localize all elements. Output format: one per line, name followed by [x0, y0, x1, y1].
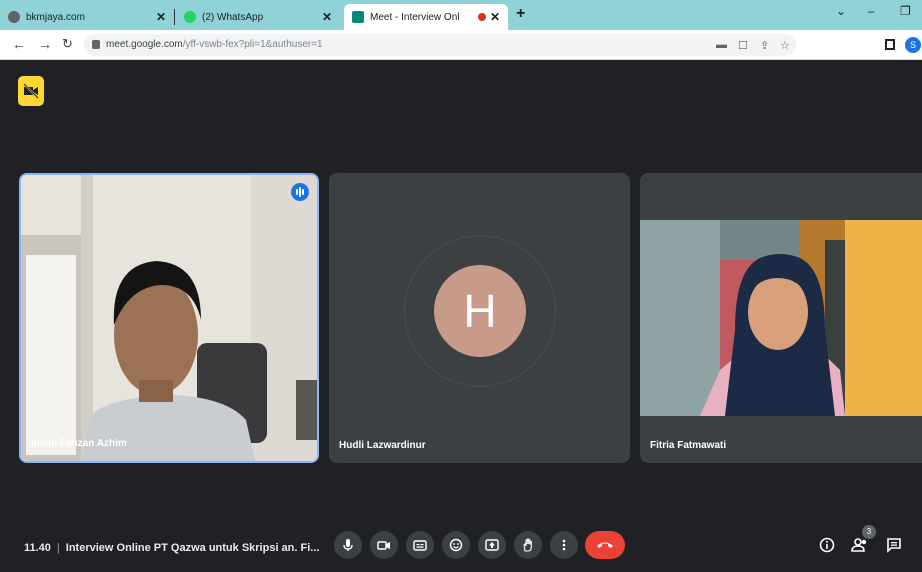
- present-screen-icon: [485, 539, 499, 551]
- minimize-icon[interactable]: –: [868, 4, 875, 18]
- info-icon[interactable]: [819, 537, 835, 553]
- camera-indicator-icon[interactable]: ▬: [716, 39, 727, 51]
- forward-icon[interactable]: →: [38, 36, 52, 52]
- reload-icon[interactable]: ↻: [62, 36, 73, 52]
- meeting-title[interactable]: Interview Online PT Qazwa untuk Skripsi …: [66, 542, 320, 554]
- chat-icon[interactable]: [886, 537, 902, 553]
- meeting-info: 11.40 | Interview Online PT Qazwa untuk Sk…: [24, 542, 319, 554]
- microphone-button[interactable]: [334, 531, 362, 559]
- address-bar-row: ← → ↻ meet.google.com/yff-vswb-fex?pli=1…: [0, 30, 922, 60]
- raise-hand-button[interactable]: [514, 531, 542, 559]
- whatsapp-icon: [184, 11, 196, 23]
- side-panel-icon[interactable]: [885, 39, 895, 50]
- participant-name: Imam Fauzan Azhim: [31, 438, 127, 449]
- browser-tab-bar: bkmjaya.com ✕ (2) WhatsApp ✕ Meet - Inte…: [0, 0, 922, 30]
- participant-tile[interactable]: Fitria Fatmawati: [640, 173, 922, 463]
- url-host: meet.google.com: [106, 39, 183, 50]
- more-vert-icon: [562, 539, 566, 551]
- tab-bkmjaya[interactable]: bkmjaya.com ✕: [0, 4, 174, 30]
- url-path: /yff-vswb-fex?pli=1&authuser=1: [182, 39, 323, 50]
- omnibox[interactable]: meet.google.com/yff-vswb-fex?pli=1&authu…: [84, 34, 796, 56]
- participant-video: [21, 175, 317, 461]
- captions-icon: [413, 540, 427, 551]
- profile-avatar[interactable]: S: [905, 37, 921, 53]
- emoji-icon: [449, 538, 463, 552]
- end-call-icon: [597, 542, 613, 548]
- participant-name: Hudli Lazwardinur: [339, 440, 426, 451]
- captions-button[interactable]: [406, 531, 434, 559]
- control-bar: 11.40 | Interview Online PT Qazwa untuk Sk…: [0, 525, 922, 572]
- reactions-button[interactable]: [442, 531, 470, 559]
- close-icon[interactable]: ✕: [322, 10, 332, 24]
- people-icon[interactable]: [851, 537, 869, 553]
- participant-tile[interactable]: Imam Fauzan Azhim: [19, 173, 319, 463]
- speaking-indicator-icon: [291, 183, 309, 201]
- leave-call-button[interactable]: [585, 531, 625, 559]
- tab-search-chevron-icon[interactable]: ⌄: [836, 4, 846, 18]
- tab-whatsapp[interactable]: (2) WhatsApp ✕: [176, 4, 340, 30]
- camera-off-badge[interactable]: [18, 76, 44, 106]
- microphone-icon: [343, 539, 353, 551]
- meet-icon: [352, 11, 364, 23]
- meeting-info-separator: |: [56, 542, 60, 554]
- url-text[interactable]: meet.google.com/yff-vswb-fex?pli=1&authu…: [106, 39, 323, 50]
- close-icon[interactable]: ✕: [490, 10, 500, 24]
- bookmark-star-icon[interactable]: ☆: [780, 39, 790, 52]
- participant-tile[interactable]: H Hudli Lazwardinur: [329, 173, 630, 463]
- recording-dot-icon: [478, 13, 486, 21]
- camera-button[interactable]: [370, 531, 398, 559]
- close-icon[interactable]: ✕: [156, 10, 166, 24]
- tab-title: (2) WhatsApp: [202, 11, 264, 23]
- present-button[interactable]: [478, 531, 506, 559]
- tab-meet[interactable]: Meet - Interview Online PT Q ✕: [344, 4, 508, 30]
- video-off-icon: [23, 83, 39, 99]
- meet-stage: Imam Fauzan Azhim H Hudli Lazwardinur Fi…: [0, 60, 922, 572]
- more-options-button[interactable]: [550, 531, 578, 559]
- share-icon[interactable]: ⇪: [760, 39, 769, 52]
- hand-icon: [523, 538, 532, 552]
- globe-icon: [8, 11, 20, 23]
- tab-divider: [174, 9, 175, 25]
- meeting-time: 11.40: [24, 542, 51, 554]
- restore-icon[interactable]: ❐: [900, 4, 911, 18]
- lock-icon: [92, 40, 100, 49]
- camera-icon: [377, 541, 390, 550]
- new-tab-icon[interactable]: +: [516, 5, 525, 23]
- back-icon[interactable]: ←: [12, 36, 26, 52]
- participant-name: Fitria Fatmawati: [650, 440, 727, 451]
- open-in-icon[interactable]: ☐: [738, 39, 748, 52]
- tab-title: Meet - Interview Online PT Q: [370, 11, 460, 23]
- participant-video: [640, 220, 922, 416]
- tab-title: bkmjaya.com: [26, 11, 85, 23]
- avatar: H: [434, 265, 526, 357]
